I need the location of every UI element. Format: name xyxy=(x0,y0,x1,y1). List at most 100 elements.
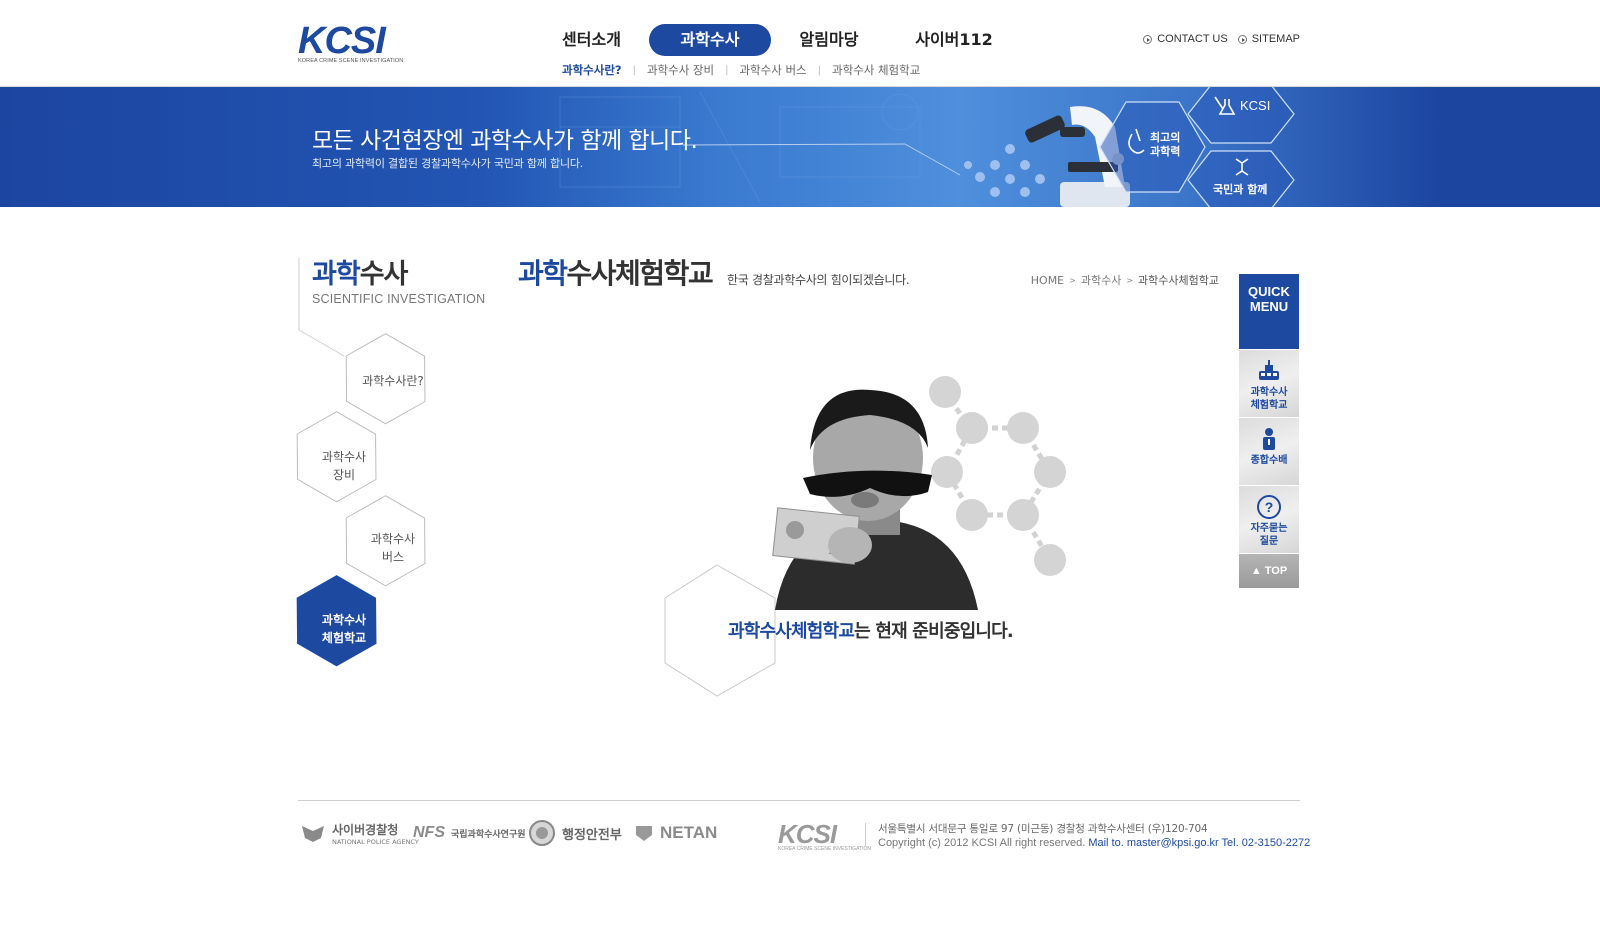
netan-shield-icon xyxy=(636,826,652,841)
quick-item-wanted[interactable]: 종합수배 xyxy=(1239,417,1299,485)
lnb-item-line1: 과학수사란? xyxy=(362,374,424,388)
wanted-person-icon xyxy=(1263,428,1275,450)
logo-tagline: KOREA CRIME SCENE INVESTIGATION xyxy=(298,58,404,64)
gnb-item-forensics[interactable]: 과학수사 xyxy=(649,24,771,56)
footer-kcsi-logo: KCSI KOREA CRIME SCENE INVESTIGATION xyxy=(778,819,871,852)
quick-item-line2: 체험학교 xyxy=(1250,400,1288,411)
sitemap-label: SITEMAP xyxy=(1251,33,1300,45)
quick-item-line1: 자주묻는 xyxy=(1250,523,1288,534)
breadcrumb-separator: > xyxy=(1126,275,1134,285)
sub-nav-separator: | xyxy=(632,64,636,76)
banner-title: 모든 사건현장엔 과학수사가 함께 합니다. xyxy=(312,128,698,154)
partner-netan-name: NETAN xyxy=(660,823,718,842)
global-nav: 센터소개 과학수사 알림마당 사이버112 xyxy=(554,24,999,56)
lnb-item-experience-school[interactable]: 과학수사체험학교 xyxy=(299,611,389,647)
quick-menu-title: QUICK MENU xyxy=(1239,274,1299,349)
coming-soon-illustration: 10000 xyxy=(664,376,1066,697)
main-banner: 모든 사건현장엔 과학수사가 함께 합니다. 최고의 과학력이 결합된 경찰과학… xyxy=(0,87,1600,207)
contact-us-link[interactable]: CONTACT US xyxy=(1143,33,1228,45)
hex-science-line1: 최고의 xyxy=(1150,131,1181,144)
banner-illustration xyxy=(559,87,1295,207)
question-icon: ? xyxy=(1257,495,1281,519)
quick-item-experience-school[interactable]: 과학수사체험학교 xyxy=(1239,349,1299,417)
quick-item-faq[interactable]: ? 자주묻는질문 xyxy=(1239,485,1299,553)
sub-nav-separator: | xyxy=(725,64,729,76)
logo-mark: KCSI xyxy=(298,22,408,60)
hex-science-label: 최고의 과학력 xyxy=(1150,131,1180,159)
lnb-item-line2: 체험학교 xyxy=(321,631,367,645)
coming-soon-rest: 는 현재 준비중입니다. xyxy=(854,621,1014,642)
gnb-item-cyber112[interactable]: 사이버112 xyxy=(909,24,999,56)
coming-soon-highlight: 과학수사체험학교 xyxy=(728,621,855,642)
hex-people-label: 국민과 함께 xyxy=(1213,183,1268,196)
page-title: 과학수사체험학교 xyxy=(518,252,714,292)
partner-nfs-name: 국립과학수사연구원 xyxy=(451,829,526,840)
utility-links: CONTACT US SITEMAP xyxy=(1143,33,1300,45)
government-seal-icon xyxy=(529,820,555,846)
footer-partner-mois[interactable]: 행정안전부 xyxy=(528,818,622,848)
sitemap-link[interactable]: SITEMAP xyxy=(1237,33,1300,45)
nfs-mark: NFS xyxy=(413,824,445,841)
sub-nav-what-is-forensics[interactable]: 과학수사란? xyxy=(562,62,622,78)
footer-partner-netan[interactable]: NETAN xyxy=(634,818,717,848)
hex-kcsi[interactable] xyxy=(1187,87,1295,144)
quick-item-line1: 종합수배 xyxy=(1250,455,1288,466)
header: KCSI KOREA CRIME SCENE INVESTIGATION 센터소… xyxy=(0,0,1600,87)
contact-us-label: CONTACT US xyxy=(1157,33,1228,45)
lnb-item-bus[interactable]: 과학수사버스 xyxy=(348,530,438,566)
hex-science-line2: 과학력 xyxy=(1150,145,1181,158)
lnb-item-equipment[interactable]: 과학수사장비 xyxy=(299,448,389,484)
footer-logo-tagline: KOREA CRIME SCENE INVESTIGATION xyxy=(778,846,871,852)
footer-copyright: Copyright (c) 2012 KCSI All right reserv… xyxy=(878,836,1310,850)
quick-menu-title-line1: QUICK xyxy=(1248,284,1290,299)
logo-text: KCSI xyxy=(298,20,386,62)
coming-soon-message: 과학수사체험학교는 현재 준비중입니다. xyxy=(728,617,1014,643)
scroll-top-button[interactable]: ▲ TOP xyxy=(1239,553,1299,588)
lnb-item-line2: 장비 xyxy=(332,468,356,482)
hex-with-people[interactable] xyxy=(1187,150,1295,207)
footer-separator xyxy=(865,823,866,847)
page-title-rest: 수사체험학교 xyxy=(566,257,714,290)
lnb-item-what-is[interactable]: 과학수사란? xyxy=(348,372,438,390)
page-title-blue: 과학 xyxy=(518,257,568,290)
breadcrumb: HOME > 과학수사 > 과학수사체험학교 xyxy=(1031,272,1219,288)
sub-nav-separator: | xyxy=(817,64,821,76)
footer-contact[interactable]: Mail to. master@kpsi.go.kr Tel. 02-3150-… xyxy=(1088,837,1310,849)
sub-nav-experience-school[interactable]: 과학수사 체험학교 xyxy=(832,62,920,78)
molecule-graphic xyxy=(964,144,1045,197)
footer-logo-text: KCSI xyxy=(778,819,837,849)
lnb-item-line2: 버스 xyxy=(381,550,405,564)
arrow-circle-icon xyxy=(1237,34,1247,44)
lnb-item-line1: 과학수사 xyxy=(321,613,367,627)
arrow-circle-icon xyxy=(1143,34,1153,44)
investigator-photo: 10000 xyxy=(772,389,978,610)
partner-mois-name: 행정안전부 xyxy=(562,827,622,843)
quick-menu: QUICK MENU 과학수사체험학교 종합수배 ? 자주묻는질문 ▲ TOP xyxy=(1239,274,1299,594)
breadcrumb-separator: > xyxy=(1069,275,1076,285)
sub-nav: 과학수사란? | 과학수사 장비 | 과학수사 버스 | 과학수사 체험학교 xyxy=(562,62,920,78)
lnb-item-line1: 과학수사 xyxy=(321,450,367,464)
police-emblem-icon xyxy=(302,826,324,842)
svg-text:?: ? xyxy=(1265,499,1274,515)
quick-menu-title-line2: MENU xyxy=(1249,299,1289,314)
quick-item-line1: 과학수사 xyxy=(1250,387,1288,398)
gnb-item-notice[interactable]: 알림마당 xyxy=(791,24,867,56)
quick-item-line2: 질문 xyxy=(1259,536,1279,547)
sub-nav-bus[interactable]: 과학수사 버스 xyxy=(739,62,806,78)
hex-kcsi-label: KCSI xyxy=(1240,98,1271,113)
kcsi-logo[interactable]: KCSI KOREA CRIME SCENE INVESTIGATION xyxy=(298,22,408,64)
gnb-item-center-intro[interactable]: 센터소개 xyxy=(554,24,629,56)
bus-icon xyxy=(1259,360,1279,380)
footer-divider xyxy=(298,800,1300,801)
banner-subtitle: 최고의 과학력이 결합된 경찰과학수사가 국민과 함께 합니다. xyxy=(312,157,584,170)
footer-partner-cyber-police[interactable]: 사이버경찰청 NATIONAL POLICE AGENCY xyxy=(300,818,419,848)
breadcrumb-home[interactable]: HOME xyxy=(1031,274,1064,287)
copyright-text: Copyright (c) 2012 KCSI All right reserv… xyxy=(878,837,1086,849)
partner-cyber-police-sub: NATIONAL POLICE AGENCY xyxy=(332,837,419,846)
sub-nav-equipment[interactable]: 과학수사 장비 xyxy=(647,62,714,78)
breadcrumb-forensics[interactable]: 과학수사 xyxy=(1081,272,1121,288)
footer-partner-nfs[interactable]: NFS 국립과학수사연구원 xyxy=(413,818,526,848)
lnb-item-line1: 과학수사 xyxy=(370,532,416,546)
footer-address: 서울특별시 서대문구 통일로 97 (미근동) 경찰청 과학수사센터 (우)12… xyxy=(878,823,1208,835)
page-description: 한국 경찰과학수사의 힘이되겠습니다. xyxy=(727,273,910,287)
